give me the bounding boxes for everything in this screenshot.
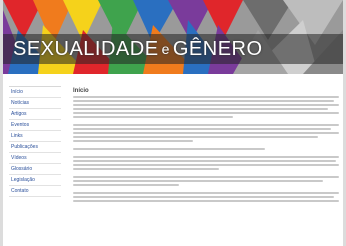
text-paragraph xyxy=(73,96,339,118)
sidebar-item-links[interactable]: Links xyxy=(9,131,61,142)
site-title: SEXUALIDADE e GÊNERO xyxy=(13,36,263,62)
site-title-main: SEXUALIDADE xyxy=(13,38,159,60)
page-frame: SEXUALIDADE e GÊNERO Início Notícias Artig… xyxy=(3,0,343,246)
site-title-end: GÊNERO xyxy=(172,38,263,60)
sidebar-item-inicio[interactable]: Início xyxy=(9,87,61,98)
site-title-conjunction: e xyxy=(161,41,170,57)
text-paragraph xyxy=(73,156,339,170)
sidebar-item-publicacoes[interactable]: Publicações xyxy=(9,142,61,153)
text-paragraph xyxy=(73,124,339,142)
sidebar-menu: Início Notícias Artigos Eventos Links Pu… xyxy=(9,86,61,197)
sidebar-item-eventos[interactable]: Eventos xyxy=(9,120,61,131)
sidebar-item-noticias[interactable]: Notícias xyxy=(9,98,61,109)
text-paragraph xyxy=(73,176,339,186)
text-paragraph xyxy=(73,192,339,202)
text-paragraph xyxy=(73,148,339,150)
sidebar-item-artigos[interactable]: Artigos xyxy=(9,109,61,120)
page-title: Início xyxy=(73,88,89,94)
sidebar-item-glossario[interactable]: Glossário xyxy=(9,164,61,175)
site-banner: SEXUALIDADE e GÊNERO xyxy=(3,0,343,74)
main-content: Início xyxy=(73,86,339,208)
sidebar-item-videos[interactable]: Vídeos xyxy=(9,153,61,164)
sidebar-item-contato[interactable]: Contato xyxy=(9,186,61,197)
sidebar-item-legislacao[interactable]: Legislação xyxy=(9,175,61,186)
